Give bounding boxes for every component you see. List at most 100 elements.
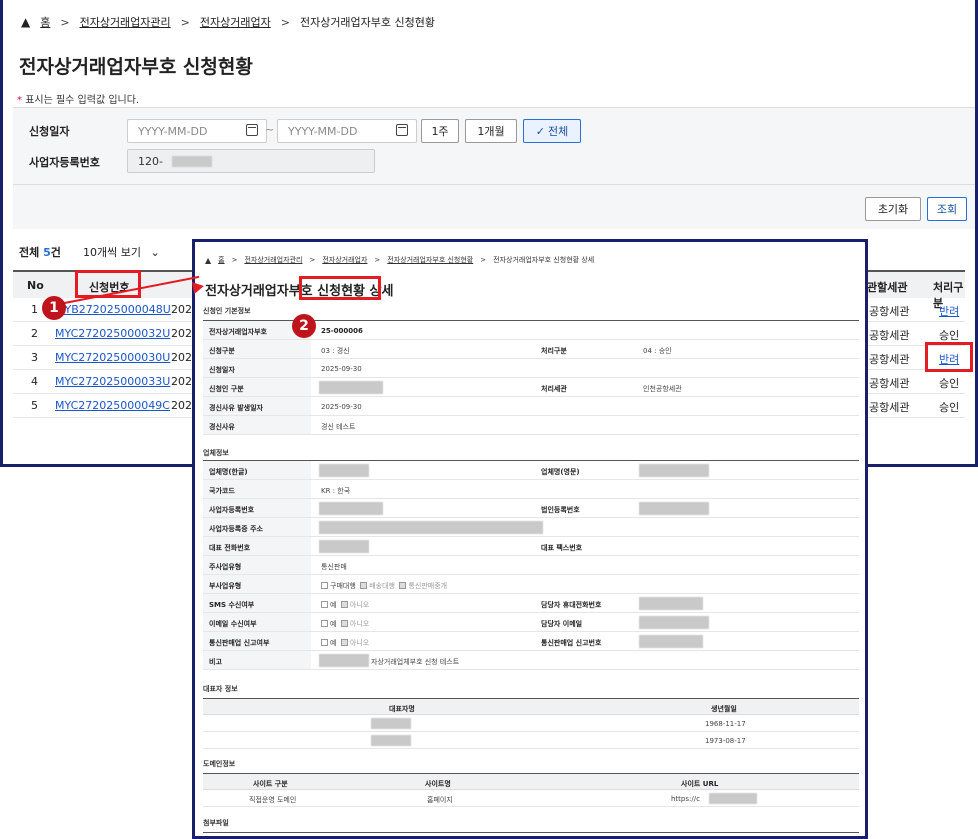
masked-value [319,540,369,553]
rep-table-header: 대표자명 생년월일 [203,699,859,715]
period-all-button[interactable]: ✓ 전체 [523,119,581,143]
detail-crumb-l2[interactable]: 전자상거래업자 [322,255,367,265]
no-label: 아니오 [349,620,370,628]
arrow-head-icon [191,280,206,294]
date-value: 2025-09-30 [321,365,362,373]
applicant-label: 신청인 구분 [203,378,311,396]
email-label: 담당자 이메일 [535,613,631,631]
chevron-right-icon: > [480,256,487,264]
search-divider [13,184,975,185]
row-no: 5 [31,399,38,412]
chevron-right-icon: > [231,256,238,264]
row-appno-link[interactable]: MYC272025000032U [55,327,170,340]
reset-button[interactable]: 초기화 [865,197,921,221]
period-1month-button[interactable]: 1개월 [465,119,517,143]
renew-date-label: 경신사유 발생일자 [203,397,311,415]
addr-label: 사업자등록증 주소 [203,518,311,536]
section-rep: 대표자 정보 [203,685,238,693]
type-label: 신청구분 [203,340,311,358]
date-to-input[interactable]: YYYY-MM-DD [277,119,417,143]
bizno-label: 사업자등록번호 [203,499,311,517]
sms-label: SMS 수신여부 [203,594,311,612]
breadcrumb-l2[interactable]: 전자상거래업자 [200,14,271,30]
home-icon[interactable]: ▲ [205,256,211,265]
no-label: 아니오 [349,639,370,647]
main-biz-label: 주사업유형 [203,556,311,574]
row-country: 국가코드 KR : 한국 [203,480,859,499]
row-status-link[interactable]: 반려 [939,303,959,319]
checkbox-checked-icon[interactable] [321,601,328,608]
row-renew-reason: 경신사유 경신 테스트 [203,416,859,435]
calendar-icon[interactable] [396,124,408,136]
main-biz-value: 통신판매 [321,563,347,571]
required-star-icon: * [17,95,22,106]
masked-value [639,616,709,629]
row-no: 2 [31,327,38,340]
search-button[interactable]: 조회 [927,197,967,221]
customs-value: 인천공항세관 [643,385,682,393]
checkbox-checked-icon[interactable] [321,639,328,646]
breadcrumb: ▲ 홈 > 전자상거래업자관리 > 전자상거래업자 > 전자상거래업자부호 신청… [3,0,975,44]
dom-name: 홈페이지 [427,796,453,804]
checkbox-icon[interactable] [360,582,368,589]
checkbox-checked-icon[interactable] [321,582,328,589]
row-main-biz: 주사업유형 통신판매 [203,556,859,575]
row-appno-link[interactable]: MYC272025000049C [55,399,170,412]
total-number: 5 [43,246,51,259]
row-customs: 공항세관 [869,377,910,390]
masked-value [709,793,757,804]
step-badge-1: 1 [42,296,66,320]
total-label: 전체 [19,246,40,259]
breadcrumb-l1[interactable]: 전자상거래업자관리 [80,14,171,30]
checkbox-icon[interactable] [340,639,348,646]
yes-label: 예 [330,639,337,647]
bizno-input[interactable]: 120- [127,149,375,173]
dom-col-url: 사이트 URL [681,780,719,788]
home-icon[interactable]: ▲ [21,15,30,29]
row-appno-link[interactable]: MYB272025000048U [55,303,171,316]
renew-reason-label: 경신사유 [203,416,311,434]
masked-value [319,381,383,394]
period-1week-button[interactable]: 1주 [421,119,459,143]
total-count: 전체 5건 [19,244,61,260]
row-appno-link[interactable]: MYC272025000030U [55,351,170,364]
detail-crumb-current: 전자상거래업자부호 신청현황 상세 [493,256,595,264]
row-tel: 대표 전화번호 대표 팩스번호 [203,537,859,556]
sub-biz-opt1: 구매대행 [330,582,356,590]
masked-value [371,718,411,729]
row-customs: 공항세관 [869,401,910,414]
bizno-label: 사업자등록번호 [29,156,100,169]
yes-label: 예 [330,620,337,628]
email-options: 예 아니오 [321,619,369,629]
remark-label: 비고 [203,651,311,669]
rep-row: 1968-11-17 [203,715,859,732]
dom-col-type: 사이트 구분 [253,780,288,788]
row-appno-link[interactable]: MYC272025000033U [55,375,170,388]
dom-col-name: 사이트명 [425,780,451,788]
proc-label: 처리구분 [535,340,631,358]
masked-value [639,635,703,648]
checkbox-checked-icon[interactable] [321,620,328,627]
detail-crumb-l1[interactable]: 전자상거래업자관리 [244,255,302,265]
domain-table-header: 사이트 구분 사이트명 사이트 URL [203,774,859,790]
row-status: 승인 [939,377,960,390]
checkbox-icon[interactable] [340,601,348,608]
checkbox-icon[interactable] [399,582,407,589]
masked-value [639,464,709,477]
remark-value: 자상거래업체부호 신청 테스트 [371,658,460,666]
checkbox-icon[interactable] [340,620,348,627]
mail-order-no-label: 통신판매업 신고번호 [535,632,631,650]
breadcrumb-home[interactable]: 홈 [40,14,50,30]
per-page-select[interactable]: 10개씩 보기 ⌄ [83,244,160,260]
dom-type: 직접운영 도메인 [249,796,297,804]
row-mail-order: 통신판매업 신고여부 예 아니오 통신판매업 신고번호 [203,632,859,651]
sub-biz-opt3: 통신판매중개 [408,582,448,590]
date-label: 신청일자 [29,125,70,138]
detail-crumb-l3[interactable]: 전자상거래업자부호 신청현황 [387,255,473,265]
dom-url: https://c [671,795,700,803]
corpno-label: 법인등록번호 [535,499,631,517]
date-from-input[interactable]: YYYY-MM-DD [127,119,267,143]
calendar-icon[interactable] [246,124,258,136]
detail-crumb-home[interactable]: 홈 [218,255,224,265]
row-customs: 공항세관 [869,353,910,366]
